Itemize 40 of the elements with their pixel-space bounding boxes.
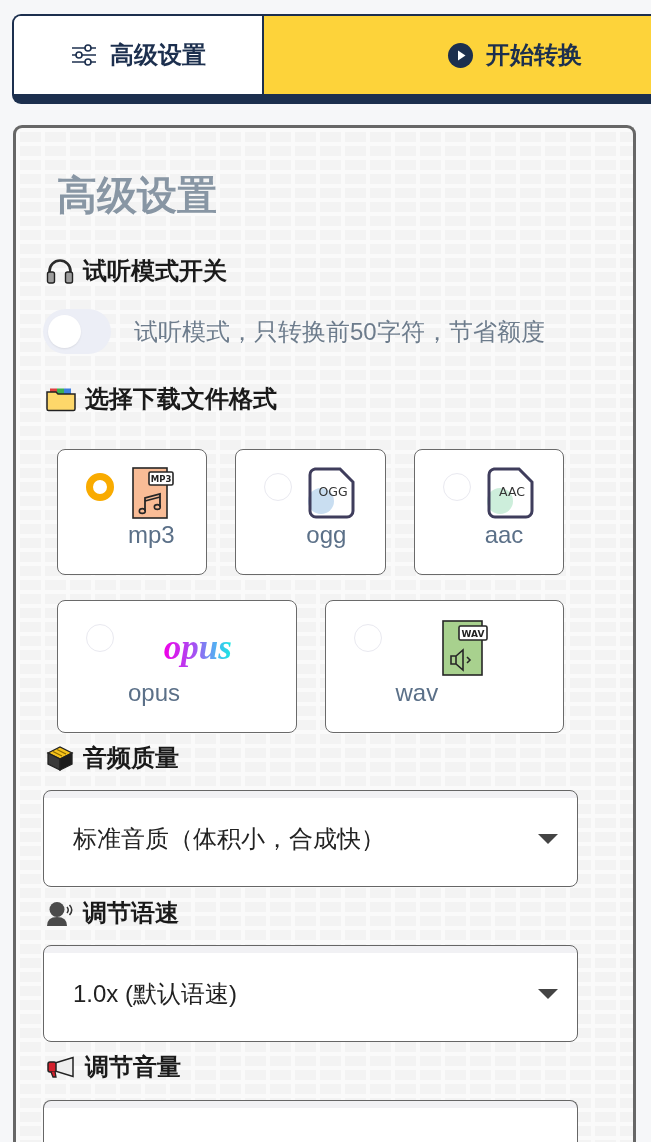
section-label: 选择下载文件格式 (85, 384, 277, 414)
toggle-description: 试听模式，只转换前50字符，节省额度 (134, 316, 545, 347)
file-icon (486, 467, 534, 519)
audio-file-icon (442, 619, 484, 676)
start-convert-button[interactable]: 开始转换 (262, 16, 651, 94)
dropdown-field[interactable] (43, 1100, 578, 1142)
format-label: mp3 (128, 522, 175, 548)
panel-title: 高级设置 (57, 172, 217, 218)
dropdown-field[interactable]: 标准音质（体积小，合成快） (43, 790, 578, 887)
speaking-head-icon (46, 900, 74, 926)
section-label: 调节语速 (83, 898, 179, 928)
section-label: 调节音量 (85, 1052, 181, 1082)
dropdown-caret-icon (538, 988, 558, 999)
file-type-text: OGG (318, 484, 349, 499)
file-type-text: AAC (498, 484, 525, 499)
play-icon (448, 42, 473, 68)
format-label: wav (395, 680, 439, 706)
section-label: 音频质量 (83, 743, 179, 773)
format-option-card[interactable]: OGG ogg (235, 449, 386, 575)
file-type-tag: WAV (458, 624, 489, 641)
file-type-tag: MP3 (148, 471, 174, 486)
dropdown-caret-icon (538, 833, 558, 844)
radio-button[interactable] (86, 473, 114, 501)
headphones-icon (46, 258, 74, 284)
format-label: aac (484, 522, 524, 548)
megaphone-icon (46, 1056, 76, 1078)
box-icon (46, 745, 74, 771)
file-icon (308, 467, 355, 519)
folder-icon (46, 387, 76, 411)
format-option-card[interactable]: AAC aac (413, 449, 564, 575)
dropdown-field[interactable]: 1.0x (默认语速) (43, 945, 578, 1042)
toggle-switch[interactable] (43, 309, 111, 354)
format-option-card[interactable]: WAV wav (324, 600, 564, 733)
format-label: ogg (306, 522, 347, 548)
format-option-card[interactable]: opus opus (57, 600, 297, 733)
section-label: 试听模式开关 (83, 256, 227, 286)
advanced-settings-button[interactable]: 高级设置 (14, 16, 262, 94)
format-label: opus (128, 680, 181, 706)
format-option-card[interactable]: MP3 mp3 (57, 449, 208, 575)
sliders-icon (70, 44, 97, 66)
